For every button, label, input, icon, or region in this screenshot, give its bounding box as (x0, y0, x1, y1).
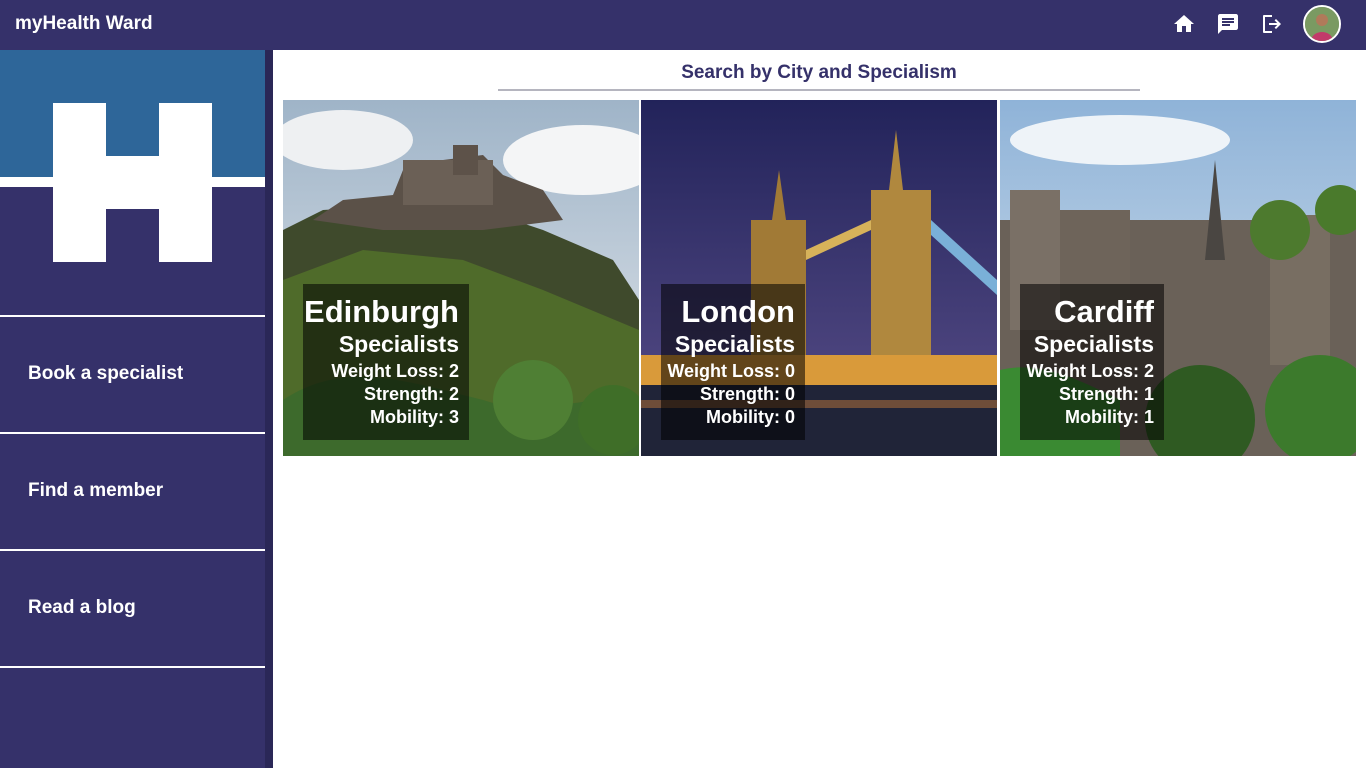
sidebar-item-find-member[interactable]: Find a member (0, 432, 265, 549)
weight-loss-count: Weight Loss: 2 (1026, 361, 1154, 381)
mobility-count: Mobility: 1 (1065, 407, 1154, 427)
city-card-cardiff[interactable]: Cardiff Specialists Weight Loss: 2 Stren… (1000, 100, 1356, 456)
top-app-bar: myHealth Ward (0, 0, 1366, 50)
main-content: Search by City and Specialism Edinburgh … (273, 50, 1366, 768)
sidebar-item-label: Read a blog (28, 597, 136, 618)
city-info-panel: Cardiff Specialists Weight Loss: 2 Stren… (1020, 284, 1164, 440)
sidebar-item-book-specialist[interactable]: Book a specialist (0, 315, 265, 432)
city-card-london[interactable]: London Specialists Weight Loss: 0 Streng… (641, 100, 997, 456)
city-info-panel: London Specialists Weight Loss: 0 Streng… (661, 284, 805, 440)
sidebar-edge (265, 50, 273, 768)
app-logo (0, 50, 265, 315)
sidebar-item-label: Find a member (28, 480, 164, 501)
app-title[interactable]: myHealth Ward (15, 13, 153, 35)
specialists-heading: Specialists (338, 331, 459, 357)
strength-count: Strength: 1 (1058, 384, 1154, 404)
specialists-heading: Specialists (674, 331, 795, 357)
user-avatar[interactable] (1303, 5, 1341, 43)
city-name: London (681, 294, 795, 329)
title-divider (498, 89, 1140, 91)
mobility-count: Mobility: 0 (706, 407, 795, 427)
city-name: Edinburgh (304, 294, 459, 329)
sidebar-item-read-blog[interactable]: Read a blog (0, 549, 265, 666)
logout-icon[interactable] (1260, 12, 1284, 36)
strength-count: Strength: 2 (363, 384, 459, 404)
strength-count: Strength: 0 (699, 384, 795, 404)
city-card-edinburgh[interactable]: Edinburgh Specialists Weight Loss: 2 Str… (283, 100, 639, 456)
sidebar: Book a specialist Find a member Read a b… (0, 50, 265, 768)
mobility-count: Mobility: 3 (370, 407, 459, 427)
specialists-heading: Specialists (1033, 331, 1154, 357)
weight-loss-count: Weight Loss: 0 (667, 361, 795, 381)
page-title: Search by City and Specialism (681, 62, 957, 83)
weight-loss-count: Weight Loss: 2 (331, 361, 459, 381)
sidebar-item-label: Book a specialist (28, 363, 184, 384)
chat-icon[interactable] (1216, 12, 1240, 36)
sidebar-divider (0, 666, 265, 668)
city-name: Cardiff (1054, 294, 1154, 329)
home-icon[interactable] (1172, 12, 1196, 36)
city-info-panel: Edinburgh Specialists Weight Loss: 2 Str… (303, 284, 469, 440)
